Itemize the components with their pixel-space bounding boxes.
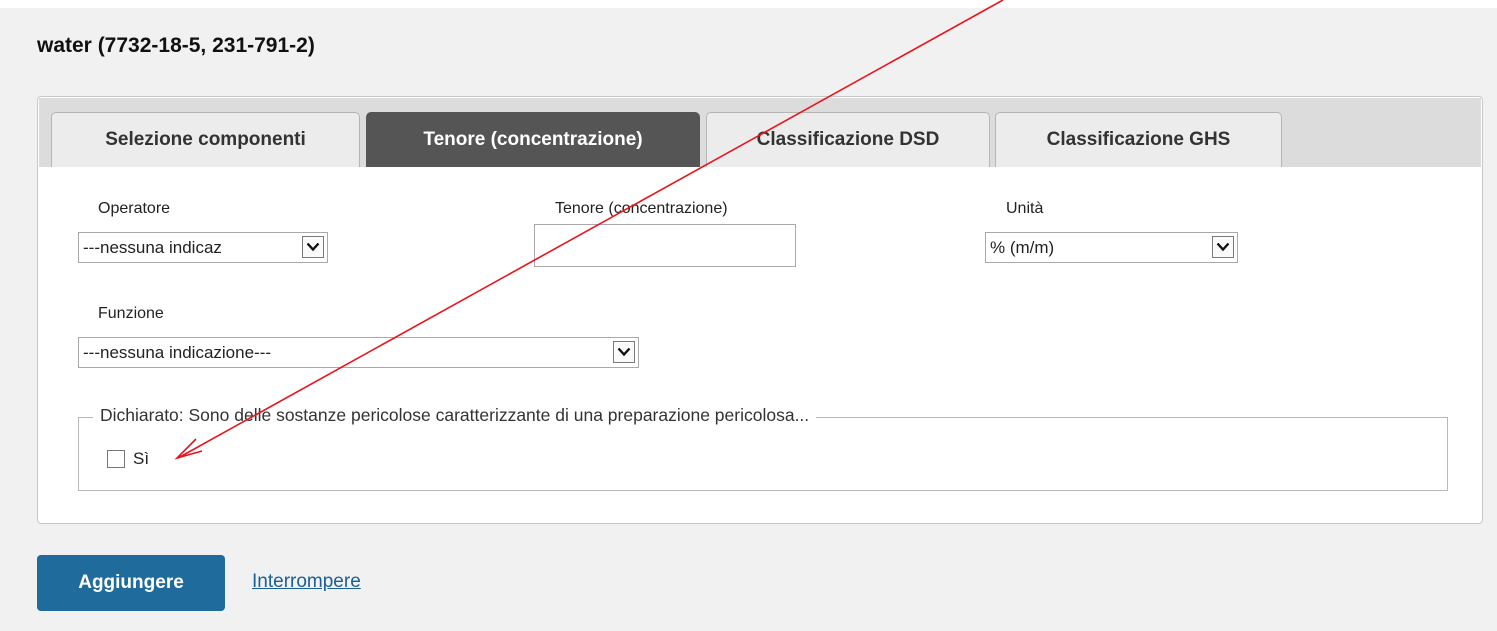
chevron-down-icon[interactable] [613,341,635,363]
tab-selezione-componenti[interactable]: Selezione componenti [51,112,360,167]
cancel-link[interactable]: Interrompere [252,571,361,593]
unit-value: % (m/m) [990,238,1055,257]
page-title: water (7732-18-5, 231-791-2) [37,34,315,57]
operator-select[interactable]: ---nessuna indicaz [78,232,328,263]
tab-label: Selezione componenti [105,129,306,150]
declared-legend: Dichiarato: Sono delle sostanze pericolo… [93,405,817,426]
tab-tenore[interactable]: Tenore (concentrazione) [366,112,700,167]
unit-label: Unità [1006,200,1044,217]
declared-checkbox-label[interactable]: Sì [133,449,149,469]
tab-label: Classificazione GHS [1046,129,1231,150]
declared-checkbox[interactable] [107,450,125,468]
content-input[interactable] [534,224,796,267]
tab-bar: Selezione componenti Tenore (concentrazi… [39,98,1481,167]
tab-label: Tenore (concentrazione) [423,129,643,150]
declared-fieldset: Dichiarato: Sono delle sostanze pericolo… [78,405,1448,491]
operator-value: ---nessuna indicaz [83,238,222,257]
function-select[interactable]: ---nessuna indicazione--- [78,337,639,368]
content-label: Tenore (concentrazione) [555,200,728,217]
function-value: ---nessuna indicazione--- [83,343,272,362]
operator-label: Operatore [98,200,171,217]
function-label: Funzione [98,305,164,322]
tab-classificazione-ghs[interactable]: Classificazione GHS [995,112,1282,167]
unit-select[interactable]: % (m/m) [985,232,1238,263]
chevron-down-icon[interactable] [1212,236,1234,258]
top-strip [0,0,1497,8]
chevron-down-icon[interactable] [302,236,324,258]
details-panel: Selezione componenti Tenore (concentrazi… [37,96,1483,524]
add-button[interactable]: Aggiungere [37,555,225,611]
tab-classificazione-dsd[interactable]: Classificazione DSD [706,112,990,167]
tab-label: Classificazione DSD [756,129,940,150]
